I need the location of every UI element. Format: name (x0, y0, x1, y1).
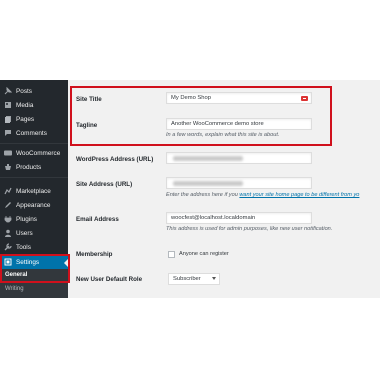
sidebar-item-tools[interactable]: Tools (0, 240, 68, 254)
email-address-label: Email Address (76, 216, 119, 223)
tagline-value: Another WooCommerce demo store (171, 121, 264, 127)
sidebar-item-woocommerce[interactable]: WooCommerce (0, 146, 68, 160)
appearance-icon (4, 201, 12, 209)
sidebar-item-marketplace[interactable]: Marketplace (0, 184, 68, 198)
general-settings-form: Site Title My Demo Shop Tagline Another … (68, 80, 380, 298)
default-role-value: Subscriber (173, 276, 201, 282)
home-page-link[interactable]: want your site home page to be different… (239, 192, 359, 198)
sidebar-item-label: Tools (16, 243, 31, 251)
submenu-item-writing[interactable]: Writing (5, 286, 24, 292)
site-title-label: Site Title (76, 96, 102, 103)
menu-separator (0, 177, 68, 178)
wordpress-address-label: WordPress Address (URL) (76, 156, 154, 163)
woocommerce-icon (4, 149, 12, 157)
sidebar-item-label: Pages (16, 115, 35, 123)
admin-sidebar: Posts Media Pages Comments WooCommerce P… (0, 80, 70, 298)
default-role-select[interactable]: Subscriber (168, 273, 220, 285)
sidebar-item-pages[interactable]: Pages (0, 112, 68, 126)
site-title-input[interactable]: My Demo Shop (166, 92, 312, 104)
sidebar-item-users[interactable]: Users (0, 226, 68, 240)
default-role-label: New User Default Role (76, 276, 143, 283)
description-text: Enter the address here if you (166, 192, 240, 198)
site-address-label: Site Address (URL) (76, 181, 133, 188)
sidebar-item-label: Comments (16, 129, 47, 137)
anyone-can-register-label: Anyone can register (179, 251, 229, 257)
media-icon (4, 101, 12, 109)
tagline-description: In a few words, explain what this site i… (166, 132, 280, 138)
sidebar-item-media[interactable]: Media (0, 98, 68, 112)
menu-separator (0, 143, 68, 144)
products-icon (4, 163, 12, 171)
pages-icon (4, 115, 12, 123)
email-address-input[interactable]: woocfest@localhost.localdomain (166, 212, 312, 224)
blurred-value (173, 181, 243, 186)
site-title-value: My Demo Shop (171, 95, 211, 101)
sidebar-item-label: Media (16, 101, 34, 109)
blurred-value (173, 156, 243, 161)
sidebar-item-comments[interactable]: Comments (0, 126, 68, 140)
sidebar-item-label: Users (16, 229, 33, 237)
tools-icon (4, 243, 12, 251)
sidebar-item-label: Marketplace (16, 187, 51, 195)
sidebar-item-plugins[interactable]: Plugins (0, 212, 68, 226)
sidebar-item-label: Appearance (16, 201, 51, 209)
site-address-input[interactable] (166, 177, 312, 189)
site-address-description: Enter the address here if you want your … (166, 192, 359, 198)
wordpress-address-input[interactable] (166, 152, 312, 164)
highlight-box-settings (0, 254, 70, 283)
chevron-down-icon (212, 277, 216, 280)
autofill-icon (301, 96, 308, 101)
email-description: This address is used for admin purposes,… (166, 226, 333, 232)
plugins-icon (4, 215, 12, 223)
email-value: woocfest@localhost.localdomain (171, 215, 256, 221)
users-icon (4, 229, 12, 237)
membership-label: Membership (76, 251, 113, 258)
sidebar-item-label: Products (16, 163, 42, 171)
tagline-input[interactable]: Another WooCommerce demo store (166, 118, 312, 130)
sidebar-item-appearance[interactable]: Appearance (0, 198, 68, 212)
pin-icon (4, 86, 13, 95)
comments-icon (4, 129, 12, 137)
wp-admin-screen: Posts Media Pages Comments WooCommerce P… (0, 80, 380, 298)
sidebar-item-label: Plugins (16, 215, 37, 223)
sidebar-item-label: Posts (16, 87, 32, 95)
sidebar-item-label: WooCommerce (16, 149, 61, 157)
sidebar-item-products[interactable]: Products (0, 160, 68, 174)
marketplace-icon (4, 187, 12, 195)
anyone-can-register-checkbox[interactable] (168, 251, 175, 258)
sidebar-item-posts[interactable]: Posts (0, 84, 68, 98)
tagline-label: Tagline (76, 122, 98, 129)
